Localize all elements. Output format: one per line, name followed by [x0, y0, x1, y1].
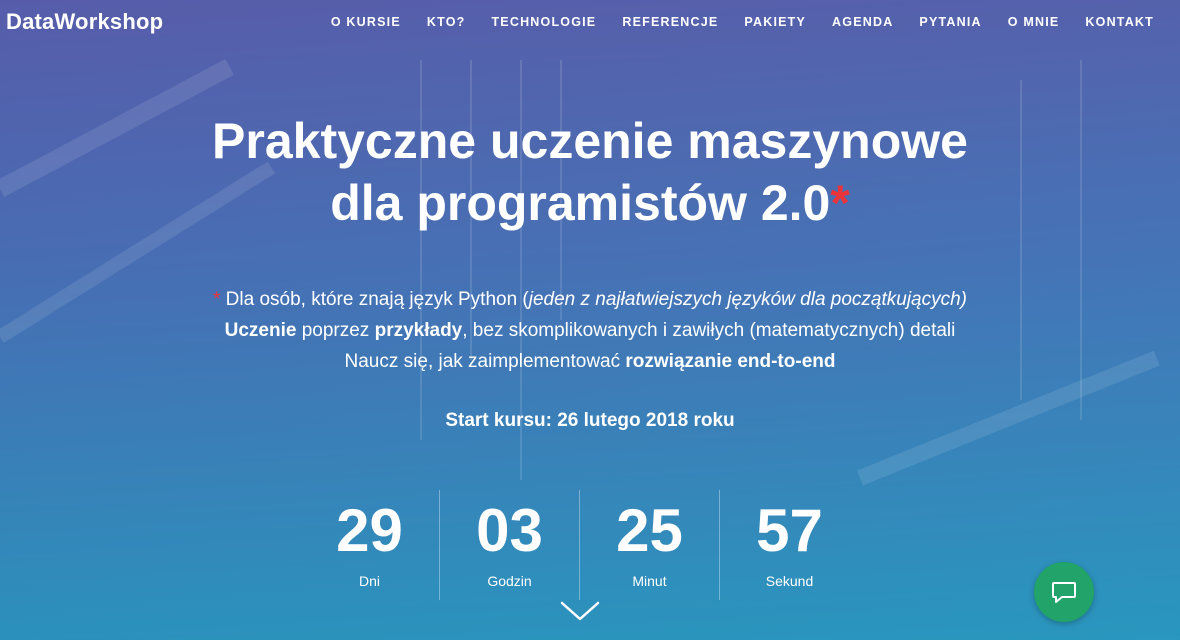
nav-item-pytania[interactable]: PYTANIA	[919, 15, 981, 29]
nav-item-technologie[interactable]: TECHNOLOGIE	[491, 15, 596, 29]
nav-item-pakiety[interactable]: PAKIETY	[744, 15, 806, 29]
countdown-minutes: 25 Minut	[580, 490, 720, 600]
countdown-timer: 29 Dni 03 Godzin 25 Minut 57 Sekund	[300, 490, 859, 600]
hero-title-line2-text: dla programistów 2.0	[330, 175, 831, 231]
main-nav: O KURSIE KTO? TECHNOLOGIE REFERENCJE PAK…	[305, 15, 1154, 29]
countdown-minutes-value: 25	[616, 497, 683, 564]
countdown-days-label: Dni	[358, 573, 380, 589]
course-start-date: Start kursu: 26 lutego 2018 roku	[445, 410, 735, 431]
desc-line3-bold: rozwiązanie end-to-end	[625, 351, 836, 372]
site-header: DataWorkshop O KURSIE KTO? TECHNOLOGIE R…	[0, 0, 1180, 46]
desc-line2-bold1: Uczenie	[224, 320, 297, 341]
nav-item-agenda[interactable]: AGENDA	[832, 15, 893, 29]
desc-line1-italic: jeden z najłatwiejszych języków dla pocz…	[528, 289, 968, 310]
hero-title-line2: dla programistów 2.0*	[0, 172, 1180, 234]
hero-title-star: *	[830, 175, 850, 231]
nav-item-kto[interactable]: KTO?	[427, 15, 466, 29]
hero-title: Praktyczne uczenie maszynowe dla program…	[0, 110, 1180, 234]
countdown-seconds-value: 57	[756, 497, 823, 564]
chat-icon	[1052, 582, 1076, 603]
chat-button[interactable]	[1034, 562, 1094, 622]
desc-line1-text: Dla osób, które znają język Python (	[220, 289, 529, 310]
brand-logo[interactable]: DataWorkshop	[6, 9, 163, 35]
desc-line2-text2: , bez skomplikowanych i zawiłych (matema…	[462, 320, 956, 341]
desc-line1: * Dla osób, które znają język Python (je…	[0, 284, 1180, 315]
nav-item-referencje[interactable]: REFERENCJE	[622, 15, 718, 29]
chevron-down-icon[interactable]	[559, 598, 601, 624]
nav-item-o-kursie[interactable]: O KURSIE	[331, 15, 401, 29]
countdown-hours-value: 03	[476, 497, 543, 564]
countdown-seconds-label: Sekund	[765, 573, 814, 589]
hero-title-line1: Praktyczne uczenie maszynowe	[212, 113, 968, 169]
desc-line2-text1: poprzez	[296, 320, 375, 341]
countdown-minutes-label: Minut	[632, 573, 667, 589]
countdown-seconds: 57 Sekund	[720, 490, 859, 600]
countdown-hours: 03 Godzin	[440, 490, 580, 600]
course-description: * Dla osób, które znają język Python (je…	[0, 284, 1180, 377]
nav-item-kontakt[interactable]: KONTAKT	[1085, 15, 1154, 29]
countdown-days-value: 29	[336, 497, 403, 564]
countdown-hours-label: Godzin	[487, 573, 532, 589]
countdown-days: 29 Dni	[300, 490, 440, 600]
desc-line2: Uczenie poprzez przykłady, bez skompliko…	[0, 315, 1180, 346]
desc-line3: Naucz się, jak zaimplementować rozwiązan…	[0, 346, 1180, 377]
desc-line2-bold2: przykłady	[374, 320, 463, 341]
desc-line3-text: Naucz się, jak zaimplementować	[344, 351, 626, 372]
nav-item-o-mnie[interactable]: O MNIE	[1008, 15, 1060, 29]
